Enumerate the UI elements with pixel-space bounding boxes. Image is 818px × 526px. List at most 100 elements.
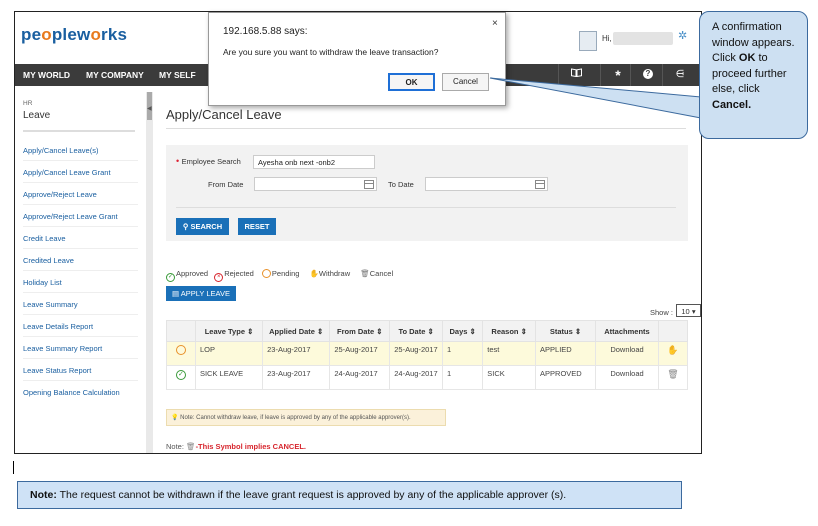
approved-icon: ✓ (175, 370, 186, 380)
callout-pointer (489, 77, 702, 119)
page-size-select[interactable]: 10 ▾ (676, 304, 701, 317)
download-link[interactable]: Download (594, 341, 660, 366)
from-date-input[interactable] (254, 177, 377, 191)
panel-divider (176, 207, 676, 208)
table-header-row: Leave Type ⇕ Applied Date ⇕ From Date ⇕ … (166, 320, 688, 342)
status-legend: ✓ Approved × Rejected Pending ✋Withdraw 🗑C… (166, 269, 394, 282)
sidebar-item-holiday-list[interactable]: Holiday List (23, 278, 138, 293)
sidebar-item-leave-summary[interactable]: Leave Summary (23, 300, 138, 315)
withdraw-icon: ✋ (309, 269, 319, 278)
to-date-cell: 25-Aug-2017 (389, 341, 443, 366)
reason-cell: SICK (482, 365, 537, 390)
row-status-cell (166, 341, 196, 366)
from-date-cell: 25-Aug-2017 (329, 341, 391, 366)
download-link[interactable]: Download (594, 365, 660, 390)
confirm-dialog: 192.168.5.88 says: × Are you sure you wa… (208, 12, 506, 106)
apply-leave-button[interactable]: ▤ APPLY LEAVE (166, 286, 236, 301)
main-content: Apply/Cancel Leave • Employee Search Aye… (155, 92, 701, 453)
sidebar-item-credit-leave[interactable]: Credit Leave (23, 234, 138, 249)
leave-type-cell: SICK LEAVE (194, 365, 264, 390)
sidebar-title: Leave (23, 110, 51, 121)
from-date-cell: 24-Aug-2017 (329, 365, 391, 390)
col-status-icon (166, 320, 196, 342)
col-to-date[interactable]: To Date ⇕ (389, 320, 443, 342)
reason-cell: test (482, 341, 537, 366)
sidebar-item-credited-leave[interactable]: Credited Leave (23, 256, 138, 271)
sidebar-item-approve-reject-leave[interactable]: Approve/Reject Leave (23, 190, 138, 205)
days-cell: 1 (441, 365, 484, 390)
col-from-date[interactable]: From Date ⇕ (329, 320, 391, 342)
bulb-icon: 💡 (171, 415, 179, 421)
col-action (658, 320, 688, 342)
col-reason[interactable]: Reason ⇕ (482, 320, 537, 342)
trash-icon: 🗑 (186, 442, 196, 451)
sidebar-item-leave-details-report[interactable]: Leave Details Report (23, 322, 138, 337)
ok-button[interactable]: OK (388, 73, 435, 91)
text-cursor (13, 461, 14, 474)
page-title: Apply/Cancel Leave (166, 107, 282, 122)
calendar-icon[interactable] (535, 180, 545, 189)
calendar-icon[interactable] (364, 180, 374, 189)
col-leave-type[interactable]: Leave Type ⇕ (194, 320, 264, 342)
callout-pointer-shape (489, 77, 702, 119)
sidebar-item-apply-cancel-leave-grant[interactable]: Apply/Cancel Leave Grant (23, 168, 138, 183)
nav-my-company[interactable]: MY COMPANY (86, 64, 144, 86)
settings-icon[interactable]: ✲ (678, 29, 687, 42)
row-status-cell: ✓ (166, 365, 196, 390)
sidebar-item-leave-status-report[interactable]: Leave Status Report (23, 366, 138, 381)
sidebar-collapse-bar[interactable]: ◀ (146, 92, 153, 453)
symbol-note: Note: 🗑-This Symbol implies CANCEL. (166, 442, 306, 451)
approved-icon: ✓ (166, 273, 175, 282)
document-icon: ▤ (172, 289, 181, 298)
show-label: Show : (650, 308, 673, 317)
peopleworks-logo[interactable]: peopleworks (21, 25, 127, 45)
pending-icon (175, 345, 186, 355)
dialog-title: 192.168.5.88 says: (223, 26, 308, 37)
employee-search-input[interactable]: Ayesha onb next -onb2 (253, 155, 375, 169)
trash-icon: 🗑 (360, 269, 370, 278)
applied-date-cell: 23-Aug-2017 (262, 341, 331, 366)
trash-icon[interactable]: 🗑 (658, 365, 688, 390)
col-status[interactable]: Status ⇕ (535, 320, 596, 342)
nav-my-world[interactable]: MY WORLD (23, 64, 70, 86)
sidebar-item-apply-cancel-leaves[interactable]: Apply/Cancel Leave(s) (23, 146, 138, 161)
col-days[interactable]: Days ⇕ (441, 320, 484, 342)
pending-icon (261, 269, 271, 278)
avatar[interactable] (579, 31, 597, 51)
nav-my-self[interactable]: MY SELF (159, 64, 196, 86)
close-icon[interactable]: × (492, 18, 498, 29)
withdraw-note: 💡 Note: Cannot withdraw leave, if leave … (166, 409, 446, 426)
sidebar-item-leave-summary-report[interactable]: Leave Summary Report (23, 344, 138, 359)
table-row: ✓ SICK LEAVE 23-Aug-2017 24-Aug-2017 24-… (166, 365, 688, 390)
collapse-arrow-icon[interactable]: ◀ (147, 105, 152, 112)
callout-box: A confirmation window appears. Click OK … (699, 11, 808, 139)
withdraw-icon[interactable]: ✋ (658, 341, 688, 366)
to-date-cell: 24-Aug-2017 (389, 365, 443, 390)
to-date-input[interactable] (425, 177, 548, 191)
user-name-redacted (613, 32, 673, 45)
sidebar-section: HR (23, 100, 33, 107)
col-attachments: Attachments (594, 320, 660, 342)
applied-date-cell: 23-Aug-2017 (262, 365, 331, 390)
sidebar: HR Leave Apply/Cancel Leave(s) Apply/Can… (15, 92, 147, 453)
sidebar-divider (23, 130, 135, 132)
leave-table: Leave Type ⇕ Applied Date ⇕ From Date ⇕ … (166, 320, 688, 390)
sidebar-item-opening-balance[interactable]: Opening Balance Calculation (23, 388, 138, 402)
employee-search-label: • Employee Search (176, 156, 241, 166)
user-greeting: Hi, (602, 34, 612, 43)
from-date-label: From Date (208, 180, 244, 189)
reset-button[interactable]: RESET (238, 218, 276, 235)
rejected-icon: × (214, 273, 224, 282)
bottom-note: Note: The request cannot be withdrawn if… (17, 481, 682, 509)
col-applied-date[interactable]: Applied Date ⇕ (262, 320, 331, 342)
status-cell: APPLIED (535, 341, 596, 366)
status-cell: APPROVED (535, 365, 596, 390)
sidebar-item-approve-reject-leave-grant[interactable]: Approve/Reject Leave Grant (23, 212, 138, 227)
days-cell: 1 (441, 341, 484, 366)
to-date-label: To Date (388, 180, 414, 189)
search-panel: • Employee Search Ayesha onb next -onb2 … (166, 145, 688, 241)
table-row: LOP 23-Aug-2017 25-Aug-2017 25-Aug-2017 … (166, 341, 688, 366)
search-button[interactable]: ⚲ SEARCH (176, 218, 229, 235)
dialog-message: Are you sure you want to withdraw the le… (223, 47, 439, 57)
leave-type-cell: LOP (194, 341, 264, 366)
